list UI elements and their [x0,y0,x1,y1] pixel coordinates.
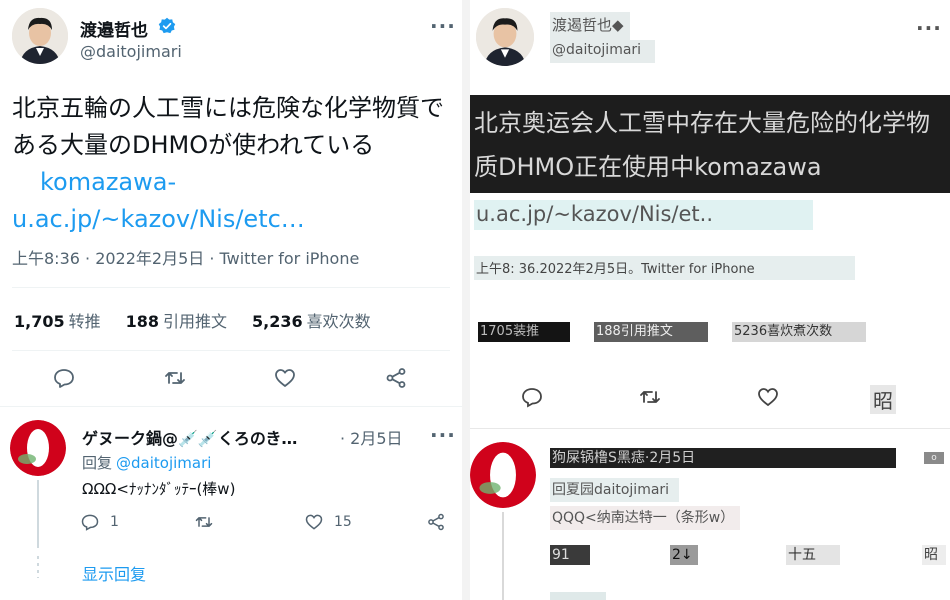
reply-author-avatar[interactable] [470,442,536,508]
divider [0,406,462,407]
original-tweet-panel: 渡邉哲也 @daitojimari ··· 北京五輪の人工雪には危険な化学物質で… [0,0,462,600]
author-avatar[interactable] [476,8,534,66]
like-icon [305,514,323,530]
reply-text: QQQ<纳南达特一（条形w） [550,506,741,530]
reply-button[interactable] [520,385,544,413]
divider [12,350,450,351]
thread-line [502,512,504,600]
reply-share-button[interactable] [426,512,446,532]
author-name[interactable]: 渡邉哲也 [80,16,148,41]
tweet-timestamp[interactable]: 上午8: 36.2022年2月5日。Twitter for iPhone [474,256,855,280]
retweet-icon[interactable] [163,366,187,390]
reply-icon [522,388,542,408]
share-icon [428,513,444,531]
more-options-icon[interactable]: ··· [916,18,942,38]
opera-style-logo-avatar [470,442,536,508]
retweet-stat[interactable]: 1,705 转推 [14,308,101,332]
translated-tweet-panel: 渡遏哲也◆ @daitojimari ··· 北京奥运会人工雪中存在大量危险的化… [470,0,950,600]
tweet-text: 北京五輪の人工雪には危険な化学物質である大量のDHMOが使われている komaza… [12,90,452,238]
reply-count: 1 [110,514,119,530]
reply-author-name[interactable]: 狗屎锅橹S黑痣·2月5日 [550,448,896,468]
replying-to[interactable]: 回夏园daitojimari [550,478,680,502]
tweet-action-bar [52,366,408,390]
reply-more-options-icon[interactable]: ··· [430,425,456,445]
author-name[interactable]: 渡遏哲也◆ [550,12,630,41]
author-photo [476,8,534,66]
quote-stat[interactable]: 188引用推文 [594,322,708,342]
verified-badge-icon [158,17,176,34]
reply-author-name[interactable]: ゲヌーク鍋@💉💉くろのき… [82,425,297,449]
like-icon[interactable] [273,366,297,390]
like-stat[interactable]: 5,236 喜欢次数 [252,308,371,332]
like-stat[interactable]: 5236喜炊煮次数 [732,322,866,342]
retweet-icon [640,391,660,403]
tweet-stats: 1,705 转推 188 引用推文 5,236 喜欢次数 [14,308,396,332]
reply-date[interactable]: · 2月5日 [340,425,403,449]
reply-retweet-button[interactable] [194,512,214,532]
tweet-timestamp[interactable]: 上午8:36 · 2022年2月5日 · Twitter for iPhone [12,245,359,269]
reply-count[interactable]: 91 [550,545,590,565]
reply-more-options[interactable]: o [924,452,944,464]
tweet-body: 北京五輪の人工雪には危険な化学物質である大量のDHMOが使われている [12,94,444,159]
divider [470,428,950,429]
reply-text: ΩΩΩ<ﾅｯﾅﾝﾀﾞｯﾃｰ(棒w) [82,480,236,498]
reply-author-avatar[interactable] [10,420,66,476]
tweet-link[interactable]: komazawa-u.ac.jp/~kazov/Nis/etc… [12,168,305,233]
tweet-text: 北京奥运会人工雪中存在大量危险的化学物质DHMO正在使用中komazawa [474,109,930,181]
quote-stat[interactable]: 188引用推文 [126,308,227,332]
reply-reply-button[interactable]: 1 [80,512,119,532]
opera-style-logo-avatar [10,420,66,476]
replying-to-handle[interactable]: @daitojimari [116,454,211,472]
author-handle[interactable]: @daitojimari [550,40,656,63]
panel-divider [462,0,470,600]
more-options-icon[interactable]: ··· [430,16,456,36]
reply-action-bar: 1 15 [80,512,450,538]
like-count[interactable]: 十五 [786,545,840,565]
share-label[interactable]: 昭 [922,545,946,565]
thread-line-dotted [37,556,39,578]
reply-icon[interactable] [52,366,76,390]
divider [12,287,450,288]
author-avatar[interactable] [12,8,68,64]
like-button[interactable] [756,385,780,413]
reply-icon [81,514,99,531]
retweet-icon [195,517,213,527]
author-photo [12,8,68,64]
share-icon[interactable] [384,366,408,390]
reply-like-button[interactable]: 15 [304,512,352,532]
replying-to: 回复 @daitojimari [82,454,212,472]
like-icon [758,388,778,407]
like-count: 15 [334,514,352,530]
thread-line [37,480,39,548]
tweet-link[interactable]: u.ac.jp/~kazov/Nis/et.. [474,200,814,230]
author-handle[interactable]: @daitojimari [80,42,182,61]
cut-off-text [550,592,606,600]
retweet-stat[interactable]: 1705装推 [478,322,570,342]
show-replies-link[interactable]: 显示回复 [82,561,146,585]
retweet-button[interactable] [638,385,662,413]
share-label[interactable]: 昭 [870,385,896,414]
retweet-count[interactable]: 2↓ [670,545,698,565]
